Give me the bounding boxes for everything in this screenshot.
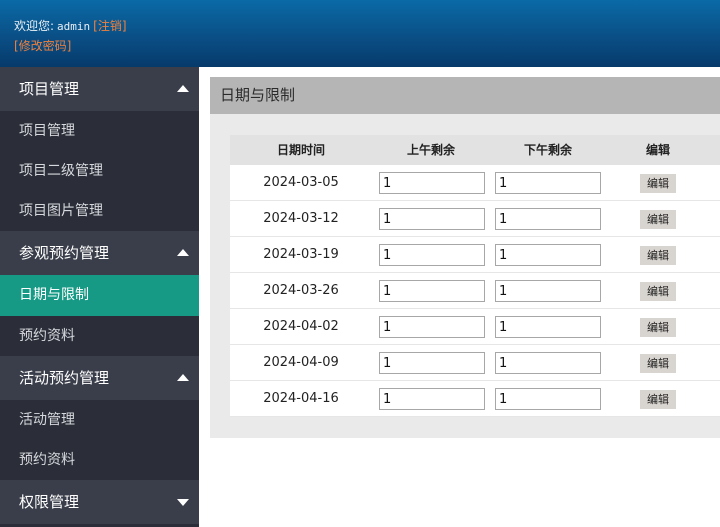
sidebar-group-label: 参观预约管理 xyxy=(19,244,110,262)
caret-up-icon xyxy=(177,374,189,381)
am-remaining-input[interactable] xyxy=(379,316,485,338)
caret-up-icon xyxy=(177,249,189,256)
sidebar-group-project[interactable]: 项目管理 xyxy=(0,67,199,111)
main-content: 日期与限制 日期时间 上午剩余 下午剩余 编辑 2024-03-05 编辑 20… xyxy=(199,67,720,527)
pm-remaining-input[interactable] xyxy=(495,208,601,230)
edit-button[interactable]: 编辑 xyxy=(640,318,676,337)
sidebar-group-permissions[interactable]: 权限管理 xyxy=(0,480,199,524)
table-header: 日期时间 上午剩余 下午剩余 编辑 xyxy=(230,135,720,165)
am-remaining-input[interactable] xyxy=(379,352,485,374)
row-date: 2024-04-16 xyxy=(263,391,339,406)
edit-button[interactable]: 编辑 xyxy=(640,390,676,409)
date-limit-panel: 日期与限制 日期时间 上午剩余 下午剩余 编辑 2024-03-05 编辑 20… xyxy=(210,77,720,438)
sidebar-group-label: 项目管理 xyxy=(19,80,80,98)
edit-button[interactable]: 编辑 xyxy=(640,282,676,301)
row-date: 2024-03-26 xyxy=(263,283,339,298)
sidebar-item-date-limits[interactable]: 日期与限制 xyxy=(0,275,199,316)
caret-down-icon xyxy=(177,499,189,506)
pm-remaining-input[interactable] xyxy=(495,388,601,410)
row-date: 2024-03-05 xyxy=(263,175,339,190)
pm-remaining-input[interactable] xyxy=(495,280,601,302)
sidebar-group-label: 权限管理 xyxy=(19,493,80,511)
username: admin xyxy=(57,20,91,33)
table-row: 2024-04-09 编辑 xyxy=(230,345,720,381)
row-date: 2024-04-09 xyxy=(263,355,339,370)
pm-remaining-input[interactable] xyxy=(495,244,601,266)
sidebar-group-visit-booking[interactable]: 参观预约管理 xyxy=(0,231,199,275)
header-am-remaining: 上午剩余 xyxy=(406,143,455,157)
table-row: 2024-03-12 编辑 xyxy=(230,201,720,237)
welcome-text: 欢迎您: xyxy=(14,19,55,33)
am-remaining-input[interactable] xyxy=(379,388,485,410)
table-row: 2024-04-16 编辑 xyxy=(230,381,720,417)
row-date: 2024-04-02 xyxy=(263,319,339,334)
pm-remaining-input[interactable] xyxy=(495,172,601,194)
row-date: 2024-03-19 xyxy=(263,247,339,262)
table-row: 2024-03-19 编辑 xyxy=(230,237,720,273)
header-pm-remaining: 下午剩余 xyxy=(523,143,572,157)
sidebar-item-project-sub-manage[interactable]: 项目二级管理 xyxy=(0,151,199,191)
logout-link[interactable]: [注销] xyxy=(93,19,126,33)
header-edit: 编辑 xyxy=(645,143,670,157)
sidebar-group-event-booking[interactable]: 活动预约管理 xyxy=(0,356,199,400)
sidebar: 项目管理 项目管理 项目二级管理 项目图片管理 参观预约管理 日期与限制 预约资… xyxy=(0,67,199,527)
sidebar-group-label: 活动预约管理 xyxy=(19,369,110,387)
am-remaining-input[interactable] xyxy=(379,280,485,302)
date-limit-table: 日期时间 上午剩余 下午剩余 编辑 2024-03-05 编辑 2024-03-… xyxy=(230,135,720,417)
sidebar-item-event-booking-records[interactable]: 预约资料 xyxy=(0,440,199,480)
sidebar-item-project-image-manage[interactable]: 项目图片管理 xyxy=(0,191,199,231)
welcome-line: 欢迎您: admin [注销] xyxy=(14,17,127,34)
edit-button[interactable]: 编辑 xyxy=(640,246,676,265)
sidebar-item-project-manage[interactable]: 项目管理 xyxy=(0,111,199,151)
pm-remaining-input[interactable] xyxy=(495,352,601,374)
pm-remaining-input[interactable] xyxy=(495,316,601,338)
am-remaining-input[interactable] xyxy=(379,172,485,194)
table-row: 2024-03-05 编辑 xyxy=(230,165,720,201)
edit-button[interactable]: 编辑 xyxy=(640,174,676,193)
sidebar-item-event-manage[interactable]: 活动管理 xyxy=(0,400,199,440)
sidebar-item-visit-booking-records[interactable]: 预约资料 xyxy=(0,316,199,356)
top-header: 欢迎您: admin [注销] [修改密码] xyxy=(0,0,720,67)
am-remaining-input[interactable] xyxy=(379,208,485,230)
caret-up-icon xyxy=(177,85,189,92)
edit-button[interactable]: 编辑 xyxy=(640,354,676,373)
change-password-link[interactable]: [修改密码] xyxy=(14,37,71,54)
table-row: 2024-03-26 编辑 xyxy=(230,273,720,309)
am-remaining-input[interactable] xyxy=(379,244,485,266)
table-row: 2024-04-02 编辑 xyxy=(230,309,720,345)
edit-button[interactable]: 编辑 xyxy=(640,210,676,229)
header-date: 日期时间 xyxy=(276,143,325,157)
page-title: 日期与限制 xyxy=(210,77,720,114)
row-date: 2024-03-12 xyxy=(263,211,339,226)
